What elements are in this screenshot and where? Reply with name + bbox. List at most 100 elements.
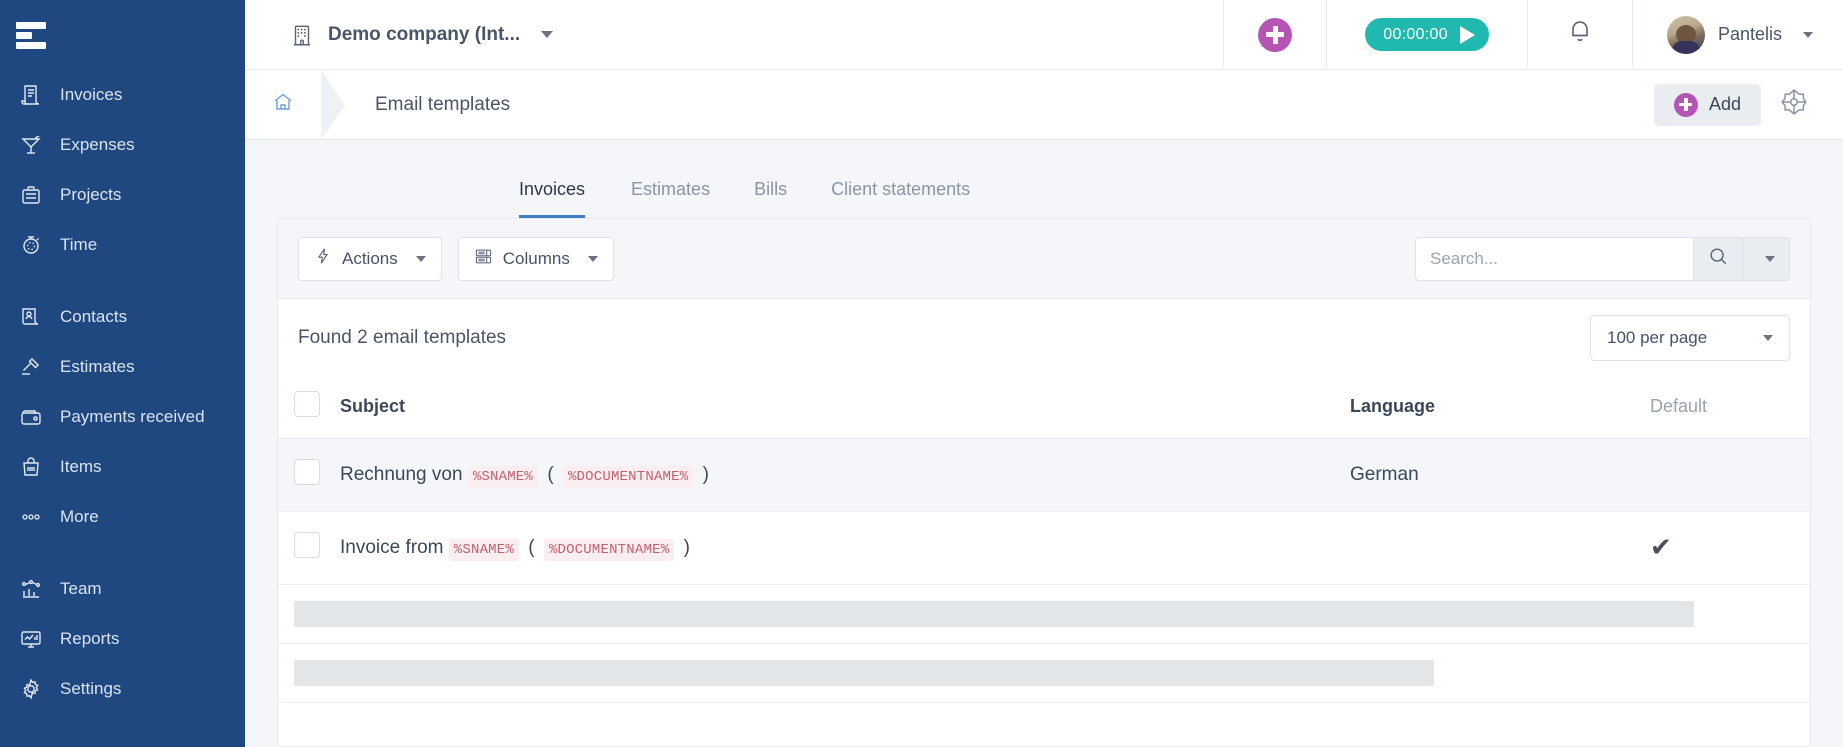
results-count: Found 2 email templates: [298, 327, 507, 348]
sidebar-item-label: Settings: [60, 679, 122, 698]
building-icon: [289, 22, 315, 48]
sidebar-item-more[interactable]: More: [0, 492, 245, 542]
sidebar-item-label: Team: [60, 579, 102, 598]
table-body: Rechnung von %SNAME% ( %DOCUMENTNAME% ) …: [278, 438, 1810, 585]
cocktail-icon: [18, 132, 44, 158]
bolt-icon: [314, 247, 332, 270]
header-default[interactable]: Default: [1650, 377, 1810, 439]
table-head: Subject Language Default: [278, 377, 1810, 439]
row-subject-cell: Rechnung von %SNAME% ( %DOCUMENTNAME% ): [340, 438, 1350, 512]
timer-value: 00:00:00: [1383, 25, 1448, 43]
sidebar-item-expenses[interactable]: Expenses: [0, 120, 245, 170]
search-options-button[interactable]: [1743, 236, 1790, 281]
row-checkbox[interactable]: [294, 459, 320, 485]
sidebar-item-label: Estimates: [60, 357, 135, 376]
header-subject[interactable]: Subject: [340, 377, 1350, 439]
paren-close: ): [702, 464, 709, 485]
bell-icon: [1566, 18, 1594, 51]
sidebar-item-label: Expenses: [60, 135, 135, 154]
sidebar-item-payments-received[interactable]: Payments received: [0, 392, 245, 442]
subject-token-documentname: %DOCUMENTNAME%: [543, 539, 675, 561]
subject-token-documentname: %DOCUMENTNAME%: [562, 466, 694, 488]
top-bar: Demo company (Int... 00:00:00 Pantelis: [245, 0, 1843, 70]
chevron-down-icon: [415, 255, 426, 262]
user-menu[interactable]: Pantelis: [1633, 15, 1843, 54]
results-meta-row: Found 2 email templates 100 per page: [278, 299, 1810, 377]
monitor-report-icon: [18, 626, 44, 652]
timer-button[interactable]: 00:00:00: [1365, 18, 1489, 51]
search-input[interactable]: [1415, 236, 1693, 281]
sidebar-item-invoices[interactable]: Invoices: [0, 70, 245, 120]
sidebar-item-label: Contacts: [60, 307, 128, 326]
compass-widget-icon: [1779, 87, 1809, 122]
select-all-checkbox[interactable]: [294, 391, 320, 417]
row-checkbox[interactable]: [294, 532, 320, 558]
select-all-header: [278, 377, 340, 439]
sidebar: Invoices Expenses Projects Time Contacts…: [0, 0, 245, 747]
tab-bills[interactable]: Bills: [732, 179, 809, 218]
tab-invoices[interactable]: Invoices: [519, 179, 609, 218]
quick-add-wrap: [1224, 17, 1326, 52]
contacts-icon: [18, 304, 44, 330]
play-icon[interactable]: [1459, 25, 1475, 44]
skeleton-row: [278, 644, 1810, 703]
actions-button[interactable]: Actions: [298, 236, 442, 281]
breadcrumb-actions: Add: [1653, 78, 1843, 132]
search-icon: [1707, 245, 1729, 272]
row-select-cell: [278, 438, 340, 512]
table-row[interactable]: Rechnung von %SNAME% ( %DOCUMENTNAME% ) …: [278, 438, 1810, 512]
sidebar-item-time[interactable]: Time: [0, 220, 245, 270]
sidebar-item-team[interactable]: Team: [0, 564, 245, 614]
plus-circle-icon: [1266, 25, 1285, 44]
breadcrumb-home[interactable]: [245, 70, 321, 140]
tab-label: Estimates: [631, 179, 711, 199]
items-bag-icon: [18, 454, 44, 480]
row-language-cell: [1350, 511, 1650, 585]
sidebar-item-settings[interactable]: Settings: [0, 664, 245, 714]
skeleton-bar: [294, 601, 1694, 627]
chevron-down-icon: [587, 255, 598, 262]
sidebar-item-projects[interactable]: Projects: [0, 170, 245, 220]
add-button[interactable]: Add: [1653, 83, 1761, 126]
hamburger-logo-icon: [16, 20, 50, 50]
sidebar-item-contacts[interactable]: Contacts: [0, 292, 245, 342]
tab-bar: Invoices Estimates Bills Client statemen…: [245, 140, 1843, 218]
sidebar-item-reports[interactable]: Reports: [0, 614, 245, 664]
tab-client-statements[interactable]: Client statements: [809, 179, 992, 218]
subject-prefix: Invoice from: [340, 537, 444, 558]
gavel-icon: [18, 354, 44, 380]
home-icon: [271, 90, 295, 119]
plus-circle-icon: [1673, 92, 1698, 117]
sidebar-item-label: Items: [60, 457, 102, 476]
quick-add-button[interactable]: [1258, 17, 1293, 52]
breadcrumb-separator: [321, 69, 345, 140]
columns-button-label: Columns: [502, 248, 570, 268]
invoice-icon: [18, 82, 44, 108]
search-group: [1415, 236, 1790, 281]
tab-estimates[interactable]: Estimates: [609, 179, 732, 218]
columns-button[interactable]: Columns: [457, 236, 614, 281]
breadcrumb-bar: Email templates Add: [245, 69, 1843, 140]
skeleton-bar: [294, 660, 1434, 686]
tab-label: Client statements: [831, 179, 971, 199]
table-header-row: Subject Language Default: [278, 377, 1810, 439]
company-switcher[interactable]: Demo company (Int...: [245, 22, 1223, 48]
sidebar-item-items[interactable]: Items: [0, 442, 245, 492]
header-language[interactable]: Language: [1350, 377, 1650, 439]
actions-button-label: Actions: [342, 248, 398, 268]
sidebar-logo-button[interactable]: [0, 0, 245, 70]
row-default-cell: [1650, 438, 1810, 512]
chevron-down-icon: [541, 31, 554, 38]
paren-open: (: [528, 537, 535, 558]
notifications-button[interactable]: [1528, 18, 1632, 51]
subject-token-sname: %SNAME%: [467, 466, 539, 488]
briefcase-icon: [18, 182, 44, 208]
page-settings-button[interactable]: [1767, 78, 1821, 132]
subject-token-sname: %SNAME%: [448, 539, 519, 561]
table-row[interactable]: Invoice from %SNAME% ( %DOCUMENTNAME% ) …: [278, 511, 1810, 585]
per-page-select[interactable]: 100 per page: [1590, 315, 1790, 361]
search-submit-button[interactable]: [1693, 236, 1743, 281]
user-name: Pantelis: [1717, 24, 1782, 44]
gear-icon: [18, 676, 44, 702]
sidebar-item-estimates[interactable]: Estimates: [0, 342, 245, 392]
